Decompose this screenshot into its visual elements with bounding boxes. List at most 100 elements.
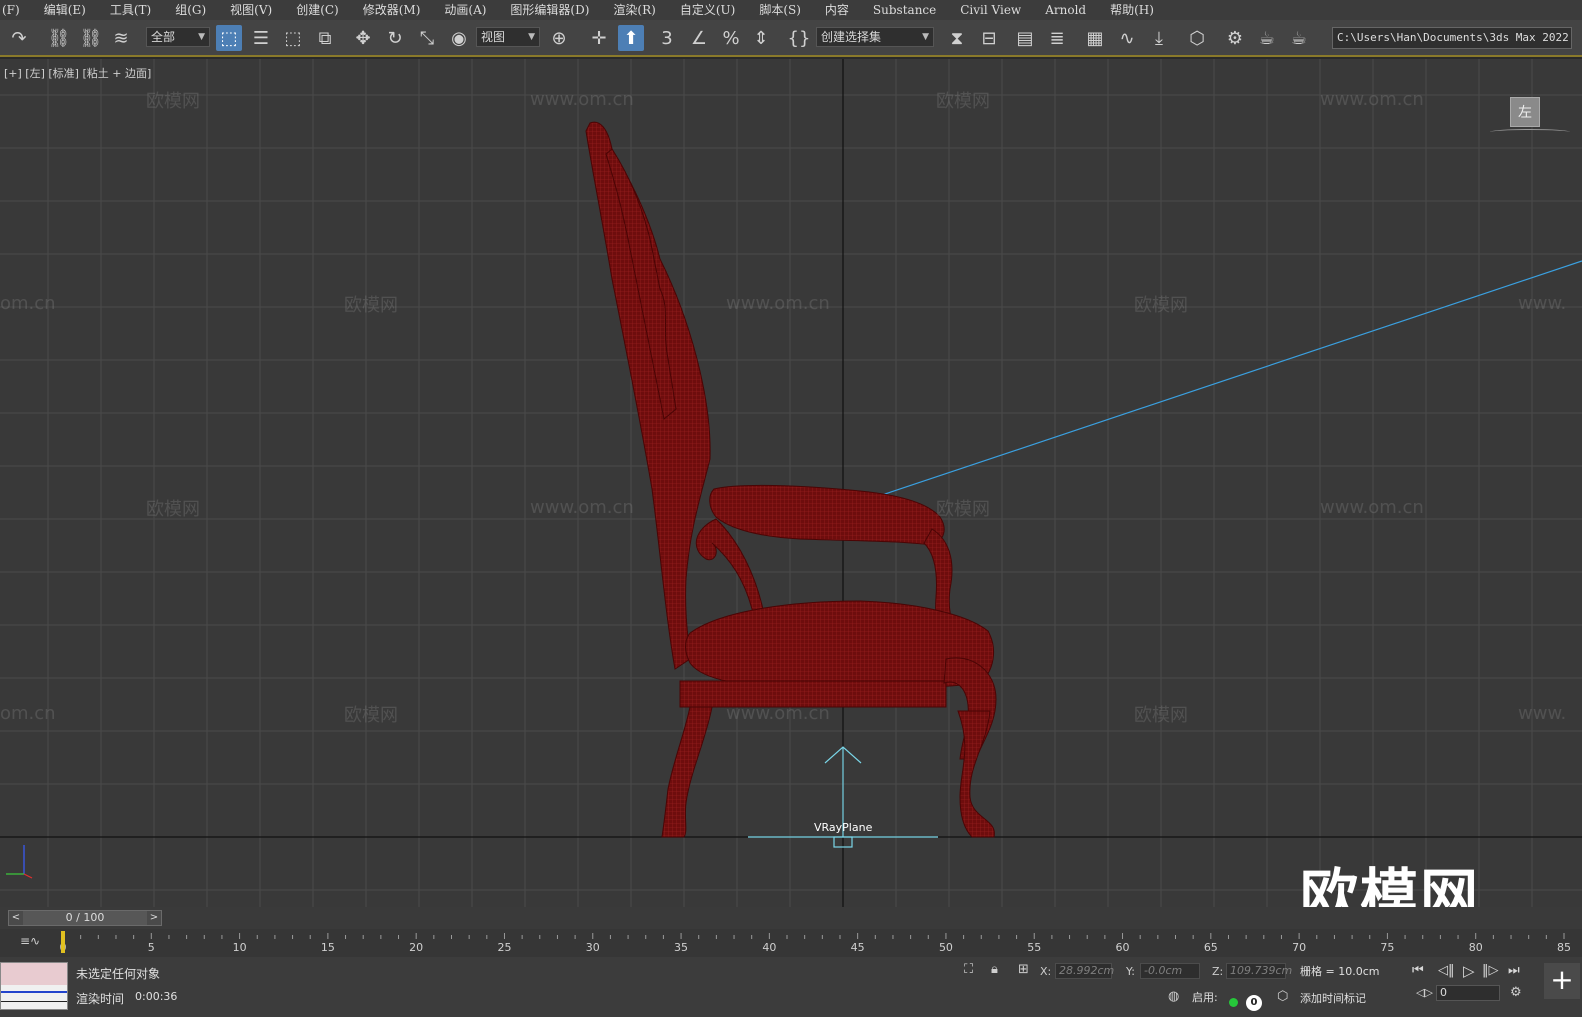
watermark-url: www.om.cn [530, 89, 634, 110]
link-icon[interactable]: ⛓ [46, 25, 72, 51]
layer-explorer-icon[interactable]: ≣ [1044, 25, 1070, 51]
y-coord-field[interactable]: -0.0cm [1140, 963, 1200, 979]
bind-spacewarp-icon[interactable]: ≋ [108, 25, 134, 51]
track-tick-label: 40 [762, 941, 776, 954]
track-tick-label: 10 [233, 941, 247, 954]
adaptive-degradation-icon[interactable]: ◍ [1168, 989, 1179, 1004]
project-path-dropdown[interactable]: C:\Users\Han\Documents\3ds Max 2022 [1332, 27, 1572, 49]
viewport-grid [0, 59, 1582, 907]
time-slider[interactable]: < 0 / 100 > [8, 910, 162, 926]
status-green-dot [1229, 998, 1238, 1007]
select-object-icon[interactable]: ⬚ [216, 25, 242, 51]
window-crossing-icon[interactable]: ⧉ [312, 25, 338, 51]
isolate-selection-icon[interactable]: ⛶ [964, 962, 973, 977]
watermark-logo: 欧模网 [1134, 705, 1188, 726]
go-to-start-icon[interactable]: ⏮ [1412, 963, 1424, 978]
menu-customize[interactable]: 自定义(U) [668, 0, 747, 20]
angle-snap-icon[interactable]: ∠ [686, 25, 712, 51]
track-tick-label: 30 [586, 941, 600, 954]
select-by-name-icon[interactable]: ☰ [248, 25, 274, 51]
current-frame-field[interactable]: 0 [1436, 985, 1500, 1001]
previous-frame-icon[interactable]: ◁‖ [1438, 963, 1455, 978]
render-frame-icon[interactable]: ☕ [1254, 25, 1280, 51]
menu-views[interactable]: 视图(V) [218, 0, 284, 20]
time-tag-icon[interactable]: ⬡ [1277, 989, 1288, 1004]
menu-content[interactable]: 内容 [813, 0, 861, 20]
align-icon[interactable]: ⊟ [976, 25, 1002, 51]
menu-scripting[interactable]: 脚本(S) [747, 0, 813, 20]
chair-back-leg [661, 706, 713, 838]
axis-tripod-icon [6, 845, 33, 879]
rotate-icon[interactable]: ↻ [382, 25, 408, 51]
menu-arnold[interactable]: Arnold [1033, 0, 1098, 20]
selection-filter-dropdown[interactable]: 全部 ▼ [146, 27, 210, 47]
watermark-url: www. [1518, 293, 1567, 314]
menu-file[interactable]: (F) [0, 0, 32, 20]
time-slider-next[interactable]: > [147, 911, 161, 925]
watermark-logo: 欧模网 [936, 499, 990, 520]
render-icon[interactable]: ☕ [1286, 25, 1312, 51]
absolute-offset-icon[interactable]: ⊞ [1018, 962, 1029, 977]
ribbon-icon[interactable]: ▦ [1082, 25, 1108, 51]
place-icon[interactable]: ◉ [446, 25, 472, 51]
mirror-icon[interactable]: ⧗ [944, 25, 970, 51]
snap-toggle-icon[interactable]: 3 [654, 25, 680, 51]
move-icon[interactable]: ✥ [350, 25, 376, 51]
menu-tools[interactable]: 工具(T) [98, 0, 163, 20]
menu-group[interactable]: 组(G) [163, 0, 218, 20]
spinner-snap-icon[interactable]: ⇕ [748, 25, 774, 51]
percent-snap-icon[interactable]: % [718, 25, 744, 51]
rect-selection-icon[interactable]: ⬚ [280, 25, 306, 51]
left-viewport[interactable]: [+] [左] [标准] [粘土 + 边面] 欧模网 www.om.cn 欧模网… [0, 59, 1582, 907]
menu-substance[interactable]: Substance [861, 0, 948, 20]
scale-icon[interactable]: ⤡ [414, 25, 440, 51]
curve-editor-icon[interactable]: ∿ [1114, 25, 1140, 51]
select-manipulate-icon[interactable]: ✛ [586, 25, 612, 51]
menu-rendering[interactable]: 渲染(R) [601, 0, 667, 20]
track-tick-label: 75 [1380, 941, 1394, 954]
named-selection-dropdown[interactable]: 创建选择集 ▼ [816, 27, 934, 47]
time-config-icon[interactable]: ⚙ [1510, 985, 1522, 1000]
chevron-down-icon: ▼ [922, 32, 929, 42]
key-mode-icon[interactable]: ◁▷ [1416, 986, 1433, 999]
time-slider-prev[interactable]: < [9, 911, 23, 925]
material-editor-icon[interactable]: ⬡ [1184, 25, 1210, 51]
chair-model [585, 121, 997, 838]
unlink-icon[interactable]: ⛓ [78, 25, 104, 51]
watermark-url: www. [1518, 703, 1567, 724]
redo-icon[interactable]: ↷ [6, 25, 32, 51]
watermark-logo: 欧模网 [936, 91, 990, 112]
menu-animation[interactable]: 动画(A) [432, 0, 498, 20]
next-frame-icon[interactable]: ‖▷ [1482, 963, 1499, 978]
menu-graph-editors[interactable]: 图形编辑器(D) [498, 0, 601, 20]
track-bar[interactable]: ≡∿ 0510152025303540455055606570758085 [0, 929, 1582, 957]
render-setup-icon[interactable]: ⚙ [1222, 25, 1248, 51]
viewport-canvas [0, 59, 1582, 907]
add-button[interactable]: + [1544, 963, 1580, 999]
go-to-end-icon[interactable]: ⏭ [1508, 963, 1520, 978]
schematic-view-icon[interactable]: ⤓ [1146, 25, 1172, 51]
chair-armrest [709, 484, 945, 546]
watermark-logo: 欧模网 [1134, 295, 1188, 316]
menu-edit[interactable]: 编辑(E) [32, 0, 98, 20]
keyboard-shortcut-override-icon[interactable]: ⬆ [618, 25, 644, 51]
menu-civil-view[interactable]: Civil View [948, 0, 1033, 20]
track-tick-label: 60 [1116, 941, 1130, 954]
viewcube[interactable]: 左 [1510, 97, 1540, 127]
pivot-icon[interactable]: ⊕ [546, 25, 572, 51]
z-coord-field[interactable]: 109.739cm [1226, 963, 1292, 979]
menu-help[interactable]: 帮助(H) [1098, 0, 1166, 20]
viewport-label[interactable]: [+] [左] [标准] [粘土 + 边面] [4, 65, 151, 81]
add-time-tag[interactable]: 添加时间标记 [1300, 990, 1366, 1006]
track-tick-label: 35 [674, 941, 688, 954]
scene-explorer-icon[interactable]: ▤ [1012, 25, 1038, 51]
maxscript-listener-mini[interactable] [0, 962, 68, 1010]
menu-create[interactable]: 创建(C) [284, 0, 351, 20]
play-icon[interactable]: ▷ [1463, 962, 1475, 980]
edit-named-sets-icon[interactable]: {} [786, 25, 812, 51]
viewcube-ring[interactable] [1490, 129, 1570, 135]
x-coord-field[interactable]: 28.992cm [1055, 963, 1114, 979]
menu-modifiers[interactable]: 修改器(M) [351, 0, 433, 20]
selection-lock-icon[interactable]: 🔒︎ [991, 962, 998, 977]
reference-coord-dropdown[interactable]: 视图 ▼ [476, 27, 540, 47]
